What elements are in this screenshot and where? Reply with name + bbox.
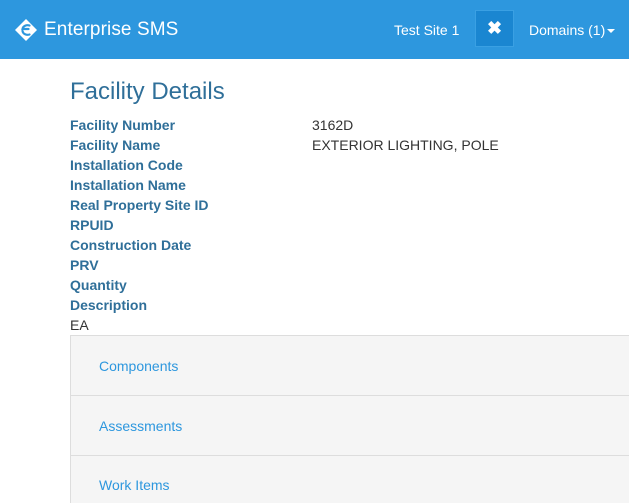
detail-row-facility-number: Facility Number 3162D [70, 116, 629, 136]
quantity-unit: EA [70, 317, 89, 333]
domains-dropdown[interactable]: Domains (1) [529, 0, 616, 59]
close-site-button[interactable]: ✖ [475, 10, 514, 47]
detail-label: Description [70, 297, 148, 313]
detail-row-real-property-site-id: Real Property Site ID [70, 196, 629, 216]
domains-label: Domains (1) [529, 21, 606, 38]
detail-row-installation-name: Installation Name [70, 176, 629, 196]
panel-title[interactable]: Work Items [99, 477, 170, 493]
detail-row-construction-date: Construction Date [70, 236, 629, 256]
enterprise-sms-logo-icon [15, 18, 37, 41]
site-selector[interactable]: Test Site 1 [394, 0, 459, 59]
caret-down-icon [607, 28, 616, 33]
detail-value: EXTERIOR LIGHTING, POLE [312, 137, 499, 153]
assessments-panel[interactable]: Assessments [70, 395, 629, 455]
page-title: Facility Details [70, 78, 225, 105]
detail-value: 3162D [312, 117, 354, 133]
components-panel[interactable]: Components [70, 335, 629, 395]
facility-details: Facility Number 3162D Facility Name EXTE… [70, 116, 629, 316]
top-navbar: Enterprise SMS Test Site 1 ✖ Domains (1) [0, 0, 629, 59]
detail-row-quantity: Quantity [70, 276, 629, 296]
detail-label: Facility Name [70, 137, 161, 153]
detail-label: Installation Code [70, 157, 183, 173]
panel-title[interactable]: Components [99, 358, 178, 374]
detail-label: Construction Date [70, 237, 192, 253]
detail-label: Real Property Site ID [70, 197, 209, 213]
panel-title[interactable]: Assessments [99, 418, 182, 434]
work-items-panel[interactable]: Work Items [70, 455, 629, 503]
app-name: Enterprise SMS [44, 18, 179, 40]
detail-row-installation-code: Installation Code [70, 156, 629, 176]
detail-label: PRV [70, 257, 99, 273]
detail-row-prv: PRV [70, 256, 629, 276]
detail-label: Quantity [70, 277, 127, 293]
brand-link[interactable]: Enterprise SMS [14, 0, 178, 59]
detail-label: Installation Name [70, 177, 186, 193]
detail-label: Facility Number [70, 117, 176, 133]
close-icon: ✖ [486, 18, 503, 38]
facility-sections: Components Assessments Work Items [70, 335, 629, 503]
detail-row-rpuid: RPUID [70, 216, 629, 236]
detail-row-facility-name: Facility Name EXTERIOR LIGHTING, POLE [70, 136, 629, 156]
detail-row-description: Description [70, 296, 629, 316]
detail-label: RPUID [70, 217, 114, 233]
